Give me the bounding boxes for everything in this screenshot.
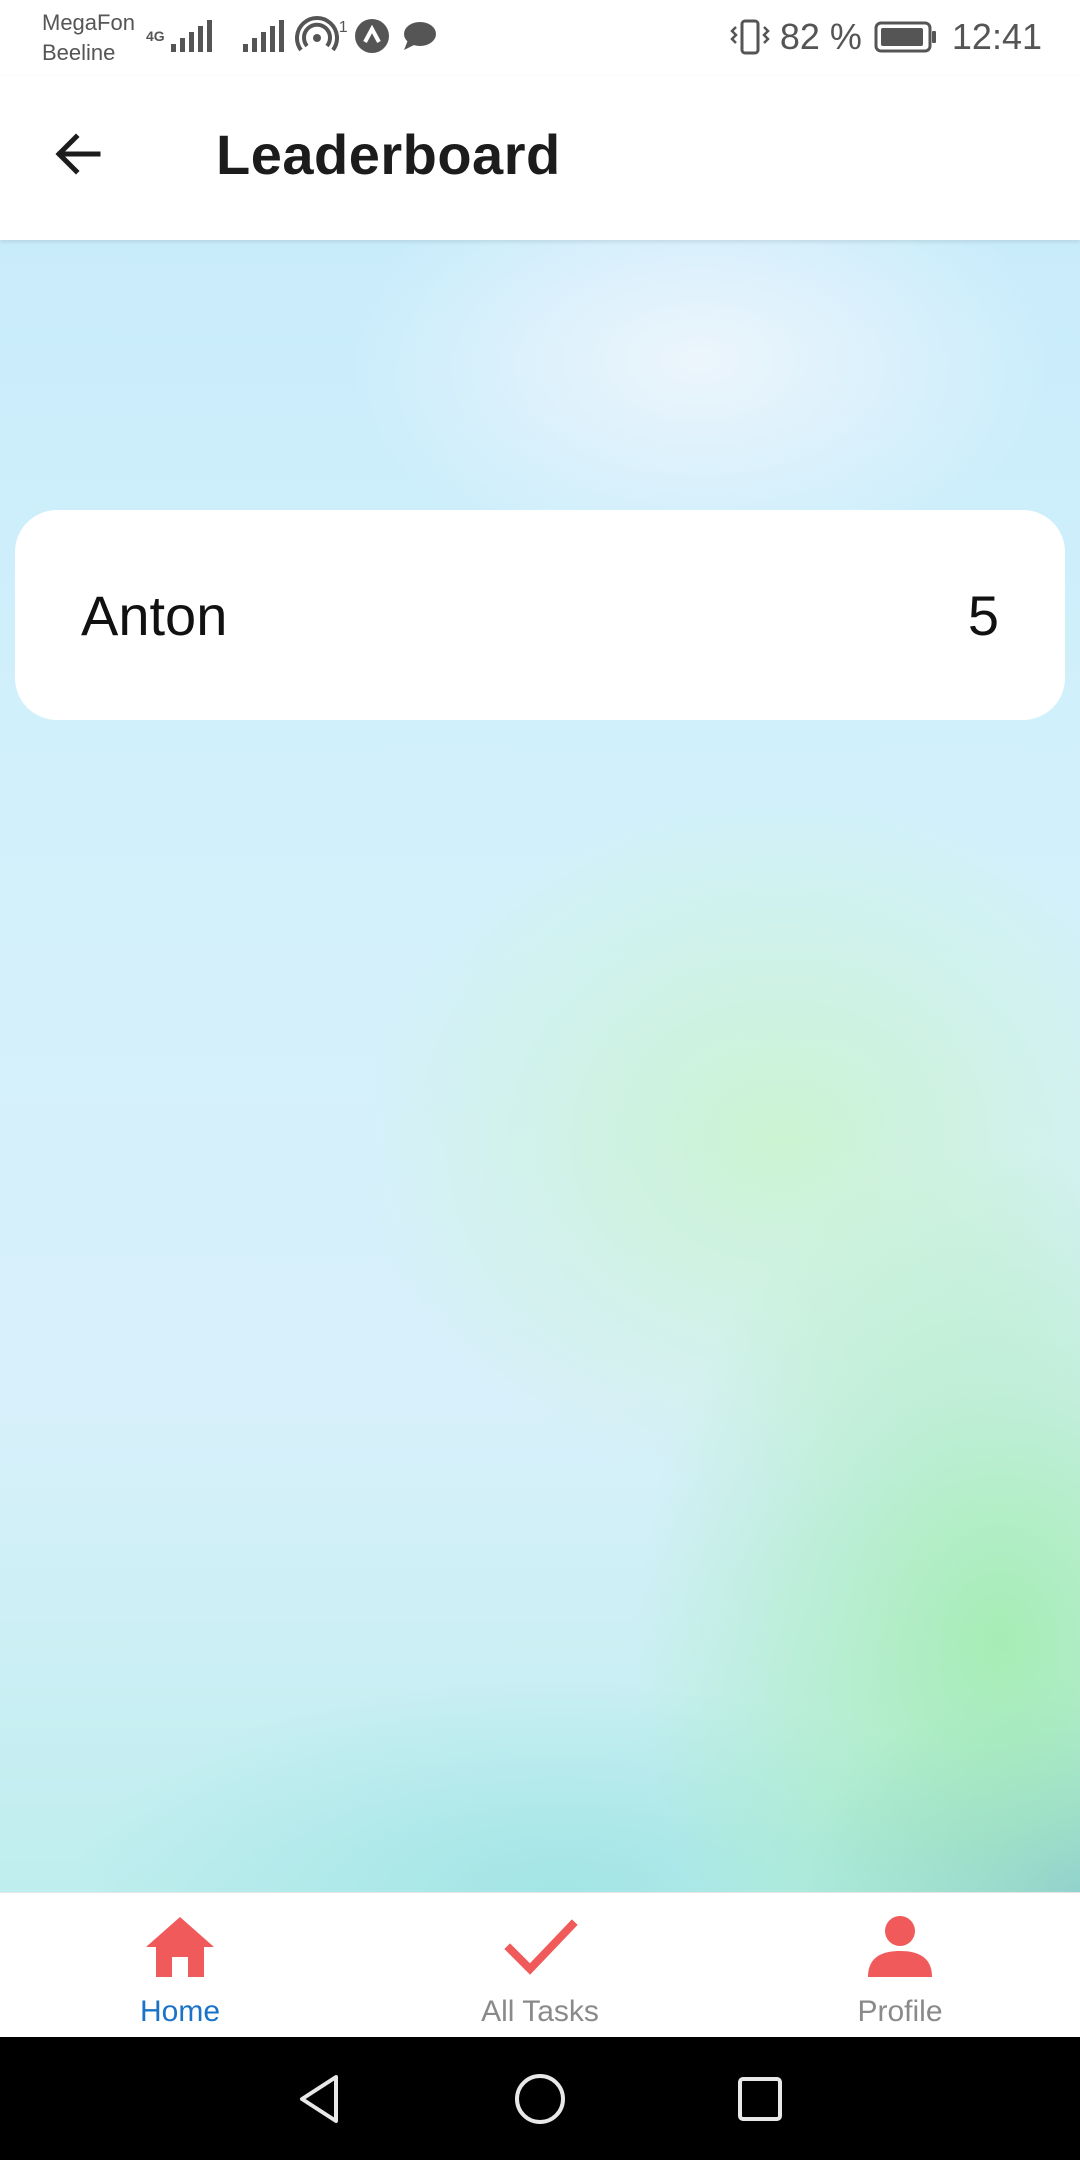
nav-label-all-tasks: All Tasks [481, 1995, 599, 2028]
app-notification-icon [354, 19, 389, 53]
nav-item-all-tasks[interactable]: All Tasks [360, 1893, 720, 2038]
person-icon [860, 1911, 940, 1983]
player-name: Anton [81, 583, 228, 647]
status-bar: MegaFon Beeline 4G 1 82 % 12:41 [0, 0, 1080, 76]
system-home-button[interactable] [505, 2064, 575, 2134]
status-left-icons: 4G 1 [146, 14, 440, 58]
leaderboard-content[interactable]: Anton 5 [0, 240, 1080, 1892]
check-icon [500, 1911, 580, 1983]
vibrate-icon [730, 19, 770, 55]
nav-item-home[interactable]: Home [0, 1893, 360, 2038]
recents-square-icon [738, 2076, 782, 2121]
nav-label-home: Home [139, 1995, 221, 2028]
system-nav-bar [0, 2037, 1080, 2160]
bottom-nav: Home All Tasks Profile [0, 1892, 1080, 2038]
battery-icon [874, 21, 936, 53]
message-icon [403, 22, 436, 50]
leaderboard-row[interactable]: Anton 5 [15, 510, 1065, 720]
nav-item-profile[interactable]: Profile [720, 1893, 1080, 2038]
signal-icon [170, 20, 212, 52]
screen: MegaFon Beeline 4G 1 82 % 12:41 Leaderbo… [0, 0, 1080, 2160]
back-button[interactable] [40, 116, 116, 192]
page-title: Leaderboard [216, 123, 561, 186]
system-recents-button[interactable] [725, 2064, 795, 2134]
arrow-left-icon [55, 133, 101, 175]
carrier-2: Beeline [42, 40, 116, 65]
hotspot-count: 1 [338, 19, 348, 36]
system-back-button[interactable] [285, 2064, 355, 2134]
status-right: 82 % 12:41 [728, 12, 1042, 62]
carrier-1: MegaFon [42, 10, 135, 35]
app-bar: Leaderboard [0, 76, 1080, 240]
nav-label-profile: Profile [857, 1995, 943, 2028]
hotspot-icon [294, 16, 339, 52]
network-type-label: 4G [146, 28, 165, 44]
player-score: 5 [967, 583, 999, 647]
home-icon [140, 1911, 220, 1983]
signal-icon [242, 20, 284, 52]
battery-percent: 82 % [779, 16, 862, 57]
clock: 12:41 [951, 16, 1042, 57]
home-circle-icon [515, 2073, 565, 2124]
carrier-names: MegaFon Beeline [42, 8, 135, 68]
back-triangle-icon [300, 2074, 338, 2123]
